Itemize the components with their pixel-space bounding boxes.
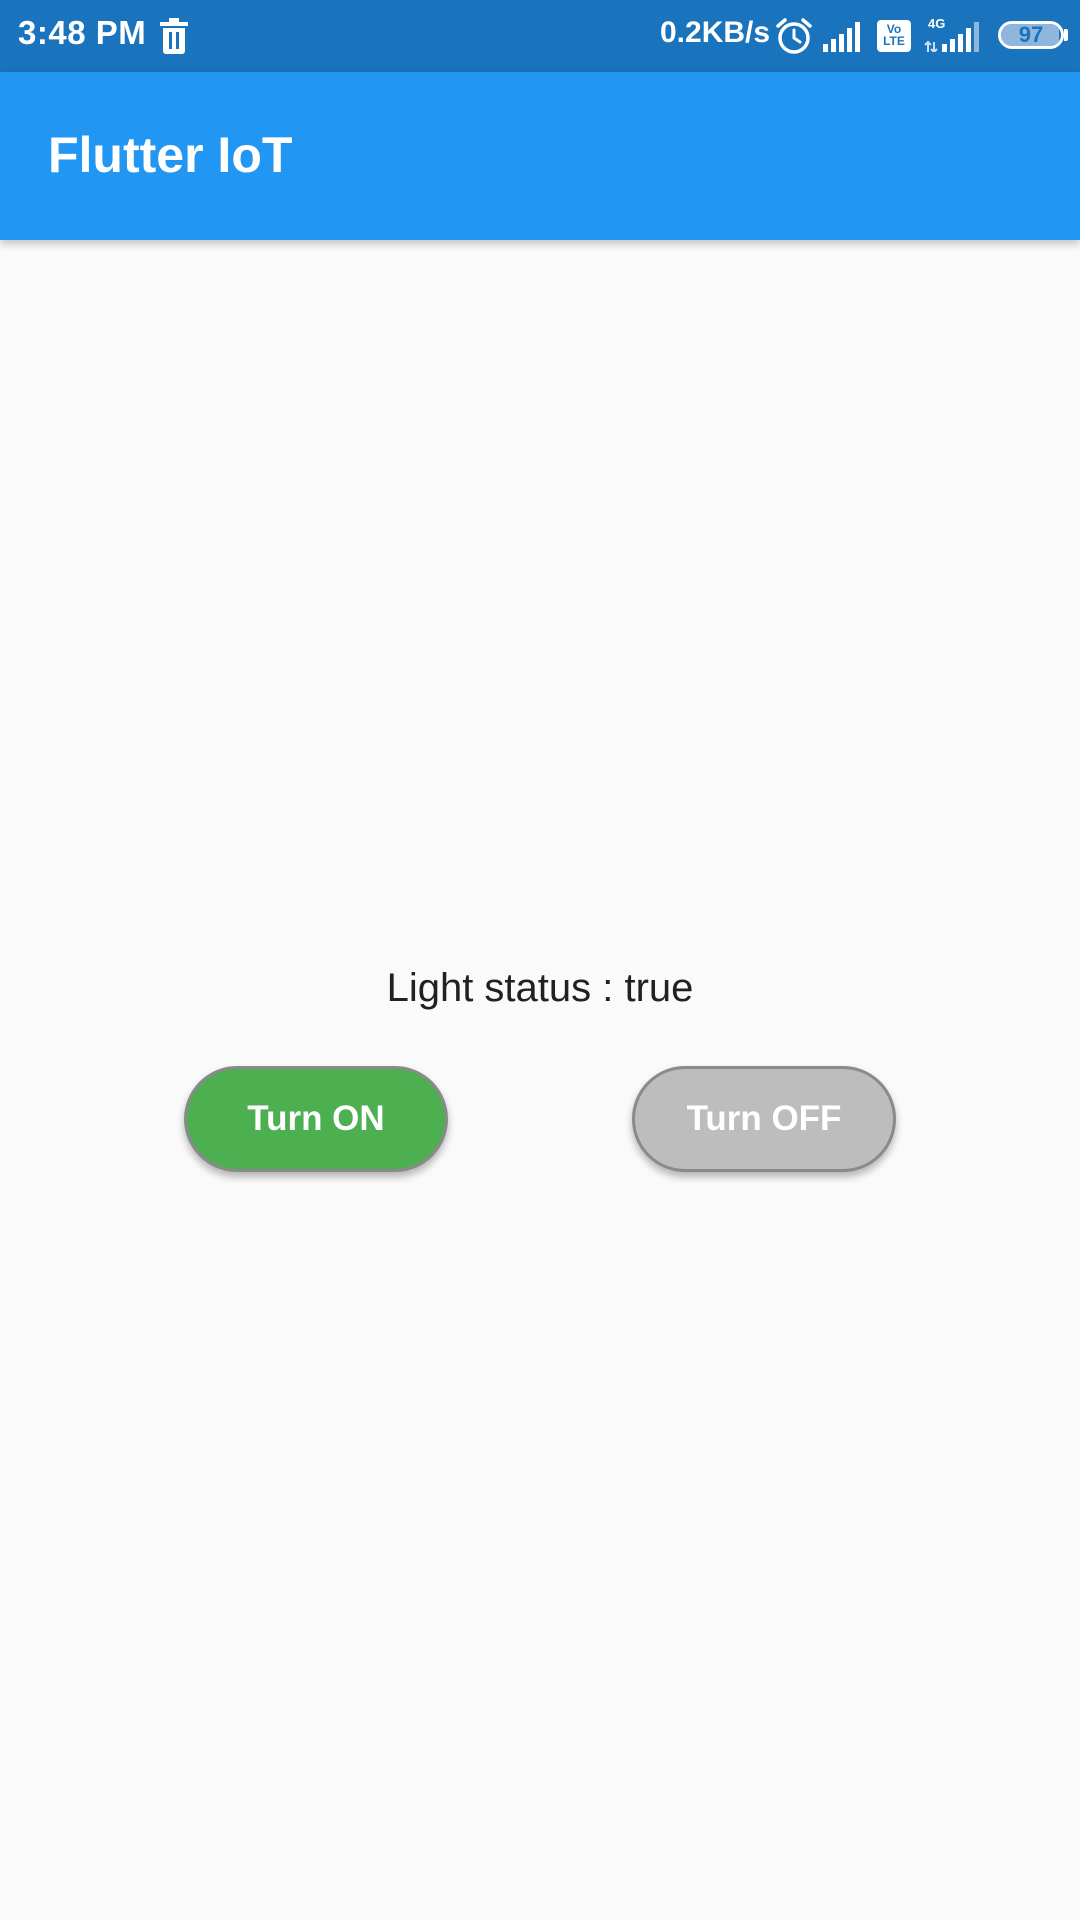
status-bar: 3:48 PM 0.2KB/s Vo LTE 4G 97 xyxy=(0,0,1080,72)
light-status-text: Light status : true xyxy=(386,966,694,1010)
turn-on-button[interactable]: Turn ON xyxy=(184,1066,448,1172)
signal-4g-icon xyxy=(924,22,979,52)
battery-level: 97 xyxy=(1018,22,1044,47)
app-title: Flutter IoT xyxy=(48,127,293,183)
volte-bottom-label: LTE xyxy=(883,34,905,48)
screen: 3:48 PM 0.2KB/s Vo LTE 4G 97 Flutter IoT… xyxy=(0,0,1080,1920)
turn-off-button-label: Turn OFF xyxy=(686,1099,842,1138)
turn-off-button[interactable]: Turn OFF xyxy=(632,1066,896,1172)
battery-nub xyxy=(1064,29,1068,41)
status-time: 3:48 PM xyxy=(18,14,147,51)
battery-icon: 97 xyxy=(998,21,1064,49)
trash-icon xyxy=(160,18,188,54)
alarm-icon xyxy=(776,18,812,54)
turn-on-button-label: Turn ON xyxy=(247,1099,385,1138)
volte-icon: Vo LTE xyxy=(877,20,911,52)
app-bar: Flutter IoT xyxy=(0,72,1080,240)
network-speed: 0.2KB/s xyxy=(660,16,771,49)
signal-icon xyxy=(823,22,860,52)
